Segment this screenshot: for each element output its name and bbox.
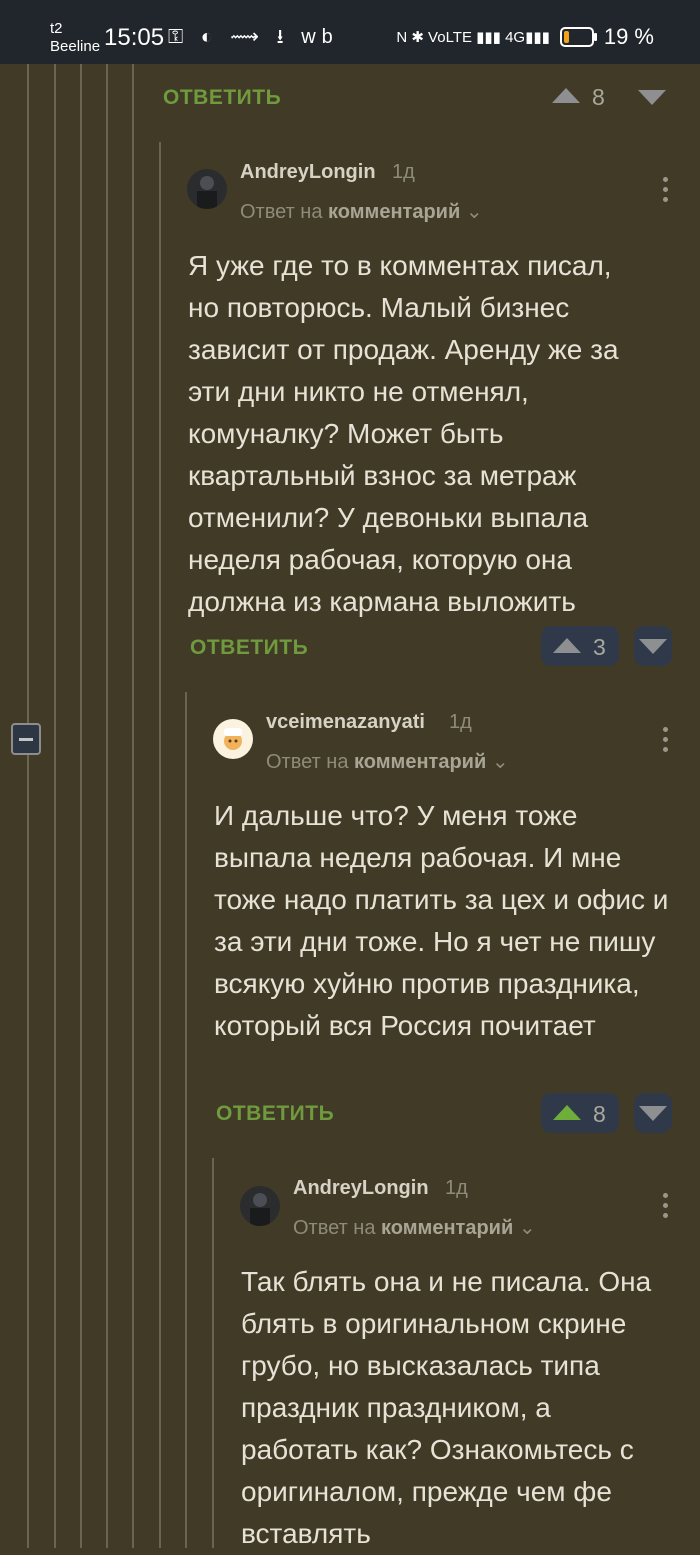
- reply-button[interactable]: ОТВЕТИТЬ: [216, 1102, 334, 1126]
- thread-line: [185, 692, 187, 1548]
- thread-line: [106, 64, 108, 1548]
- carrier-info: t2 Beeline: [50, 20, 100, 56]
- comment-author[interactable]: vceimenazanyati: [266, 711, 425, 734]
- collapse-thread-button[interactable]: [11, 723, 41, 755]
- arrow-up-icon: [552, 88, 580, 103]
- more-options-icon[interactable]: [663, 727, 669, 757]
- more-options-icon[interactable]: [663, 177, 669, 207]
- upvote-button[interactable]: [553, 638, 581, 653]
- comment-time: 1д: [445, 1177, 468, 1199]
- thread-line: [159, 142, 161, 1548]
- avatar[interactable]: [213, 719, 253, 759]
- vote-box: 8: [541, 1093, 619, 1133]
- reply-prefix: Ответ на: [240, 201, 323, 223]
- battery-percent: 19 %: [603, 24, 654, 49]
- reply-target: комментарий: [354, 751, 487, 773]
- downvote-button[interactable]: [634, 626, 672, 666]
- reply-button[interactable]: ОТВЕТИТЬ: [163, 86, 281, 110]
- upvote-button[interactable]: [553, 1105, 581, 1120]
- thread-line: [212, 1158, 214, 1548]
- comment-time: 1д: [392, 161, 415, 183]
- thread-line: [54, 64, 56, 1548]
- arrow-up-icon: [553, 638, 581, 653]
- reply-target: комментарий: [328, 201, 461, 223]
- comment-text: Так блять она и не писала. Она блять в о…: [241, 1266, 652, 1549]
- comment-time: 1д: [449, 711, 472, 733]
- vote-box: 3: [541, 626, 619, 666]
- downvote-button[interactable]: [634, 1093, 672, 1133]
- thread-line: [132, 64, 134, 1548]
- more-options-icon[interactable]: [663, 1193, 669, 1223]
- carrier-top: t2: [50, 20, 63, 37]
- reply-to-link[interactable]: Ответ на комментарий ⌄: [240, 199, 483, 224]
- system-indicators: N ✱ VoLTE ▮▮▮ 4G▮▮▮ 19 %: [396, 24, 654, 50]
- vote-score: 8: [593, 1101, 606, 1127]
- reply-prefix: Ответ на: [266, 751, 349, 773]
- reply-to-link[interactable]: Ответ на комментарий ⌄: [293, 1215, 536, 1240]
- upvote-button[interactable]: [552, 88, 580, 103]
- vote-score: 8: [592, 84, 605, 110]
- chevron-down-icon: ⌄: [465, 201, 483, 223]
- arrow-down-icon: [639, 639, 667, 654]
- comment-author[interactable]: AndreyLongin: [293, 1177, 429, 1200]
- reply-prefix: Ответ на: [293, 1217, 376, 1239]
- thread-line: [27, 64, 29, 1548]
- avatar[interactable]: [240, 1186, 280, 1226]
- status-bar: t2 Beeline 15:05 ⚿ ◐ ⟿ ⭳ wb N ✱ VoLTE ▮▮…: [0, 0, 700, 64]
- reply-target: комментарий: [381, 1217, 514, 1239]
- clock: 15:05: [104, 24, 165, 51]
- reply-to-link[interactable]: Ответ на комментарий ⌄: [266, 749, 509, 774]
- avatar[interactable]: [187, 169, 227, 209]
- arrow-down-icon: [638, 90, 666, 105]
- downvote-button[interactable]: [638, 90, 666, 105]
- chevron-down-icon: ⌄: [491, 751, 509, 773]
- signal-icons: N ✱ VoLTE ▮▮▮ 4G▮▮▮: [396, 29, 550, 46]
- battery-icon: [559, 27, 597, 47]
- arrow-down-icon: [639, 1106, 667, 1121]
- comment-text: Я уже где то в комментах писал, но повто…: [188, 250, 619, 617]
- thread-line: [80, 64, 82, 1548]
- arrow-up-icon: [553, 1105, 581, 1120]
- comment-author[interactable]: AndreyLongin: [240, 161, 376, 184]
- vote-score: 3: [593, 634, 606, 660]
- carrier-bottom: Beeline: [50, 38, 101, 55]
- reply-button[interactable]: ОТВЕТИТЬ: [190, 636, 308, 660]
- comment-text: И дальше что? У меня тоже выпала неделя …: [214, 800, 669, 1041]
- chevron-down-icon: ⌄: [518, 1217, 536, 1239]
- notification-icons: ⚿ ◐ ⟿ ⭳ wb: [168, 26, 339, 48]
